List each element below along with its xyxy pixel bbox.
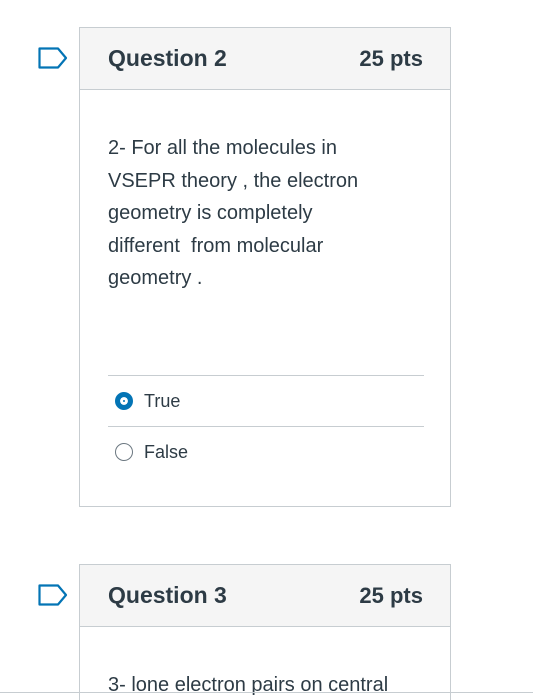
divider bbox=[0, 692, 533, 693]
flag-question-icon[interactable] bbox=[38, 584, 68, 606]
answer-list: True False bbox=[108, 375, 424, 477]
question-header: Question 3 25 pts bbox=[80, 565, 450, 627]
question-points: 25 pts bbox=[359, 582, 423, 608]
quiz-page: Question 2 25 pts 2- For all the molecul… bbox=[0, 0, 533, 700]
question-title: Question 2 bbox=[108, 45, 227, 71]
answer-label: True bbox=[144, 390, 181, 411]
question-title: Question 3 bbox=[108, 582, 227, 608]
flag-question-icon[interactable] bbox=[38, 47, 68, 69]
question-card: Question 3 25 pts 3- lone electron pairs… bbox=[79, 564, 451, 700]
answer-label: False bbox=[144, 441, 189, 462]
answer-option-false[interactable]: False bbox=[108, 426, 424, 477]
radio-selected-icon[interactable] bbox=[115, 392, 133, 410]
radio-unselected-icon[interactable] bbox=[115, 443, 133, 461]
answer-option-true[interactable]: True bbox=[108, 375, 424, 426]
question-text: 2- For all the molecules in VSEPR theory… bbox=[108, 137, 359, 289]
question-header: Question 2 25 pts bbox=[80, 28, 450, 90]
question-text: 3- lone electron pairs on central bbox=[108, 674, 389, 696]
question-points: 25 pts bbox=[359, 45, 423, 71]
question-card: Question 2 25 pts 2- For all the molecul… bbox=[79, 27, 451, 507]
